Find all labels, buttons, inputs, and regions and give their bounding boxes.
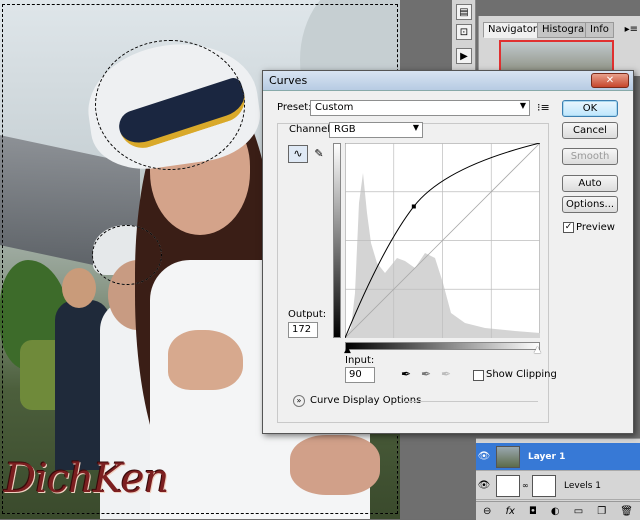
layers-footer: ⊖ fx ◘ ◐ ▭ ❐ 🗑: [476, 501, 640, 520]
chevron-down-icon: ▼: [519, 101, 526, 110]
divider: [403, 401, 538, 402]
output-label: Output:: [288, 309, 327, 320]
layer-thumbnail: [496, 445, 520, 468]
navigator-panel: Navigator × Histogram Info ▸≡: [478, 16, 640, 76]
preview-label: Preview: [576, 222, 615, 233]
white-eyedropper-icon[interactable]: ✒: [441, 367, 451, 381]
layer-row[interactable]: 👁 ∞ Levels 1: [476, 472, 640, 500]
curve-edit-mode-icon[interactable]: ∿: [288, 145, 308, 163]
fx-icon[interactable]: fx: [505, 506, 514, 517]
actions-icon[interactable]: ⊡: [456, 24, 472, 40]
checkmark-icon: ✓: [564, 222, 573, 232]
preset-dropdown[interactable]: Custom ▼: [310, 100, 530, 116]
options-button[interactable]: Options...: [562, 196, 618, 213]
layers-panel: 👁 Layer 1 👁 ∞ Levels 1 ⊖ fx ◘ ◐ ▭ ❐ 🗑: [476, 438, 640, 520]
preset-label: Preset:: [277, 102, 312, 113]
new-layer-icon[interactable]: ❐: [597, 506, 606, 517]
preset-options-icon[interactable]: ⁝≡: [537, 101, 550, 114]
tab-info[interactable]: Info: [585, 22, 614, 38]
panel-menu-icon[interactable]: ▸≡: [625, 24, 638, 35]
play-icon[interactable]: ▶: [456, 48, 472, 64]
dialog-title: Curves: [269, 74, 308, 87]
chain-link-icon: ∞: [522, 481, 529, 490]
smooth-button[interactable]: Smooth: [562, 148, 618, 165]
curves-dialog: Curves ✕ Preset: Custom ▼ ⁝≡ Channel: RG…: [262, 70, 634, 434]
input-label: Input:: [345, 355, 375, 366]
chevron-down-icon: ▼: [412, 123, 419, 132]
selection-marquee-cap: [95, 40, 245, 170]
black-eyedropper-icon[interactable]: ✒: [401, 367, 411, 381]
watermark-text: DichKen: [4, 456, 169, 502]
layer-name: Levels 1: [564, 480, 602, 491]
cancel-button[interactable]: Cancel: [562, 122, 618, 139]
eye-icon[interactable]: 👁: [476, 451, 492, 462]
levels-adjustment-icon: [496, 474, 520, 497]
gray-eyedropper-icon[interactable]: ✒: [421, 367, 431, 381]
auto-button[interactable]: Auto: [562, 175, 618, 192]
input-gradient-bar: [345, 342, 540, 350]
output-field[interactable]: 172: [288, 322, 318, 338]
layer-row[interactable]: 👁 Layer 1: [476, 443, 640, 471]
input-field[interactable]: 90: [345, 367, 375, 383]
adjustment-icon[interactable]: ◐: [551, 506, 560, 517]
link-icon[interactable]: ⊖: [483, 506, 491, 517]
close-icon[interactable]: ✕: [591, 73, 629, 88]
curves-graph[interactable]: [345, 143, 540, 338]
layer-name: Layer 1: [528, 451, 566, 462]
selection-marquee-cap2: [92, 225, 162, 285]
trash-icon[interactable]: 🗑: [620, 506, 633, 517]
show-clipping-checkbox[interactable]: [473, 370, 484, 381]
ok-button[interactable]: OK: [562, 100, 618, 117]
output-gradient-bar: [333, 143, 341, 338]
channel-value: RGB: [334, 124, 356, 135]
expand-chevron-icon[interactable]: »: [293, 395, 305, 407]
history-icon[interactable]: ▤: [456, 4, 472, 20]
dialog-titlebar[interactable]: Curves ✕: [263, 71, 633, 91]
channel-dropdown[interactable]: RGB ▼: [329, 122, 423, 138]
black-point-slider-icon[interactable]: ▲: [344, 345, 351, 355]
curve-control-point: [411, 204, 416, 209]
layer-mask-thumbnail: [532, 474, 556, 497]
preview-checkbox[interactable]: ✓: [563, 222, 574, 233]
mask-icon[interactable]: ◘: [529, 506, 537, 517]
eye-icon[interactable]: 👁: [476, 480, 492, 491]
collapsed-panel-strip: ▤ ⊡ ▶: [452, 0, 476, 80]
folder-icon[interactable]: ▭: [574, 506, 583, 517]
show-clipping-label: Show Clipping: [486, 369, 557, 380]
preset-value: Custom: [315, 102, 354, 113]
pencil-icon[interactable]: ✎: [309, 145, 329, 163]
white-point-slider-icon[interactable]: ▲: [534, 345, 541, 355]
